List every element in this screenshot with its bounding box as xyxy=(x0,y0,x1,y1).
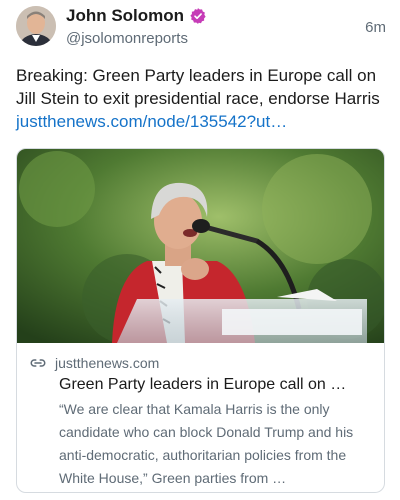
card-domain: justthenews.com xyxy=(55,355,160,371)
card-title[interactable]: Green Party leaders in Europe call on … xyxy=(29,376,372,394)
author-handle[interactable]: @jsolomonreports xyxy=(66,30,188,47)
link-icon xyxy=(30,359,46,367)
post-header: John Solomon @jsolomonreports 6m xyxy=(16,6,386,50)
post-link[interactable]: justthenews.com/node/135542?ut… xyxy=(16,112,287,131)
verified-badge-icon xyxy=(190,8,206,24)
author-avatar[interactable] xyxy=(16,6,56,46)
link-preview-card[interactable]: justthenews.com Green Party leaders in E… xyxy=(16,148,385,493)
card-description: “We are clear that Kamala Harris is the … xyxy=(59,401,354,486)
card-meta: justthenews.com Green Party leaders in E… xyxy=(29,354,372,490)
post-text: Breaking: Green Party leaders in Europe … xyxy=(16,66,380,108)
post-body: Breaking: Green Party leaders in Europe … xyxy=(16,64,388,133)
avatar-photo-icon xyxy=(16,6,56,46)
post-timestamp: 6m xyxy=(365,19,386,36)
author-display-name[interactable]: John Solomon xyxy=(66,6,184,26)
article-image xyxy=(17,149,384,343)
